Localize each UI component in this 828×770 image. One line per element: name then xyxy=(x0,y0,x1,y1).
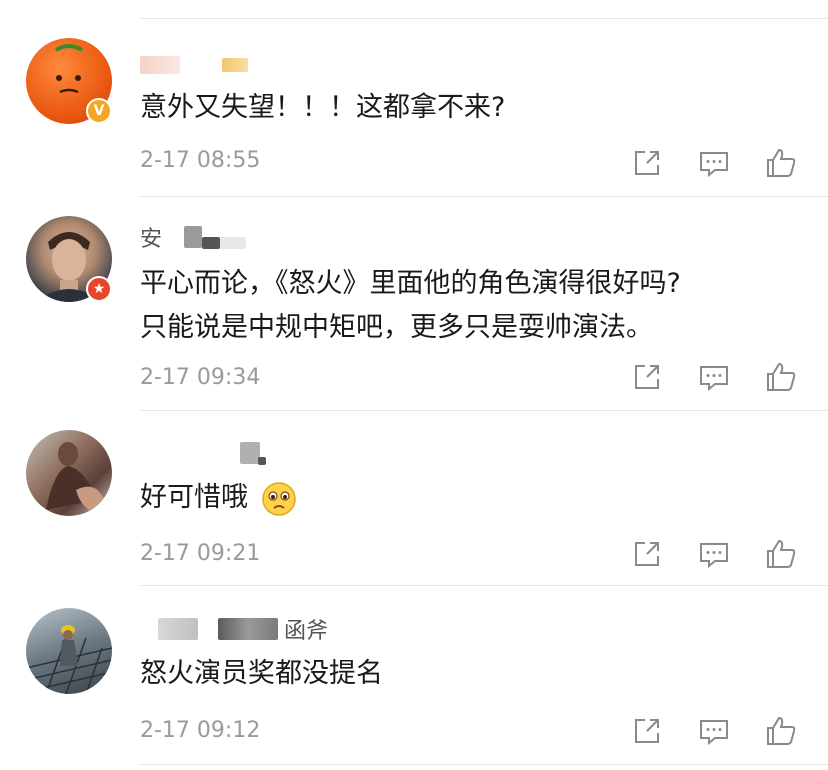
comment-icon xyxy=(700,543,728,569)
share-button[interactable] xyxy=(630,146,664,180)
divider xyxy=(140,410,828,411)
comment-icon xyxy=(700,152,728,178)
comment-button[interactable] xyxy=(697,537,731,571)
comment-icon xyxy=(700,720,728,746)
share-icon xyxy=(635,365,659,389)
blurred-username xyxy=(220,237,247,249)
like-button[interactable] xyxy=(764,360,798,394)
comment-text: 好可惜哦 xyxy=(140,478,297,518)
share-icon xyxy=(635,719,659,743)
blurred-username xyxy=(184,226,203,248)
username[interactable] xyxy=(140,438,266,468)
level-icon xyxy=(222,58,248,72)
avatar[interactable] xyxy=(26,430,112,516)
username[interactable]: 安 xyxy=(140,222,247,252)
comment-time: 2-17 08:55 xyxy=(140,148,261,173)
username[interactable] xyxy=(140,50,248,80)
divider xyxy=(140,196,828,197)
comment-text: 只能说是中规中矩吧，更多只是耍帅演法。 xyxy=(140,312,653,343)
comment-time: 2-17 09:12 xyxy=(140,718,261,743)
divider xyxy=(140,18,828,19)
share-icon xyxy=(635,151,659,175)
blurred-username xyxy=(158,618,198,640)
comment-text: 平心而论，《怒火》里面他的角色演得很好吗? xyxy=(140,268,681,299)
divider xyxy=(140,585,828,586)
share-icon xyxy=(635,542,659,566)
share-button[interactable] xyxy=(630,360,664,394)
like-icon xyxy=(767,716,796,745)
comment-button[interactable] xyxy=(697,360,731,394)
divider xyxy=(140,764,828,765)
comment-button[interactable] xyxy=(697,714,731,748)
share-button[interactable] xyxy=(630,714,664,748)
verified-badge-icon: ★ xyxy=(86,276,112,302)
comment-icon xyxy=(700,366,728,392)
blurred-username xyxy=(240,442,260,464)
username-text: 安 xyxy=(140,227,163,252)
like-icon xyxy=(767,362,796,391)
share-button[interactable] xyxy=(630,537,664,571)
blurred-username xyxy=(218,618,278,640)
comment-text-content: 好可惜哦 xyxy=(140,482,248,513)
comment-time: 2-17 09:34 xyxy=(140,365,261,390)
person-icon xyxy=(46,442,104,514)
blurred-username xyxy=(140,56,180,74)
worker-icon xyxy=(26,625,112,694)
avatar[interactable] xyxy=(26,608,112,694)
verified-badge-icon: V xyxy=(86,98,112,124)
comment-text: 意外又失望！！！这都拿不来? xyxy=(140,92,506,123)
blurred-username xyxy=(258,457,266,465)
like-icon xyxy=(767,148,796,177)
comment-button[interactable] xyxy=(697,146,731,180)
sad-emoji-icon xyxy=(261,481,296,516)
like-button[interactable] xyxy=(764,146,798,180)
like-icon xyxy=(767,539,796,568)
comment-time: 2-17 09:21 xyxy=(140,541,261,566)
like-button[interactable] xyxy=(764,714,798,748)
blurred-username xyxy=(202,237,221,249)
comment-text: 怒火演员奖都没提名 xyxy=(140,658,383,689)
username-text: 函斧 xyxy=(284,619,329,644)
username[interactable]: 函斧 xyxy=(140,614,328,644)
blurred-username xyxy=(186,56,216,74)
like-button[interactable] xyxy=(764,537,798,571)
